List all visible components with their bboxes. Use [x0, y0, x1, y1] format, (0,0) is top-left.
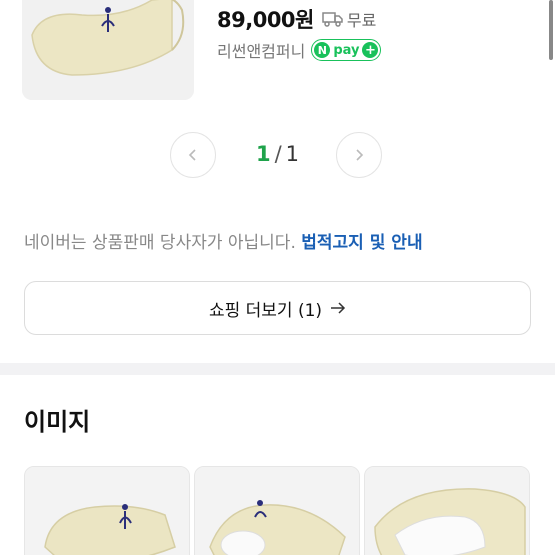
image-thumbnail-2[interactable] — [194, 466, 360, 555]
legal-notice-link[interactable]: 법적고지 및 안내 — [301, 233, 422, 253]
more-shopping-label: 쇼핑 더보기 (1) — [208, 300, 323, 321]
ballet-shoe-heel-image — [365, 467, 529, 555]
seller-name[interactable]: 리썬앤컴퍼니 — [217, 38, 305, 62]
chevron-right-icon — [356, 149, 364, 161]
ballet-shoe-image — [22, 0, 194, 100]
images-section-title: 이미지 — [24, 408, 91, 436]
scrollbar[interactable] — [549, 0, 553, 60]
pager: 1/1 — [0, 132, 555, 178]
pager-next-button[interactable] — [336, 132, 382, 178]
seller-row: 리썬앤컴퍼니 N pay + — [217, 38, 382, 62]
ballet-shoe-sole-image — [195, 467, 359, 555]
pager-separator: / — [274, 142, 282, 166]
legal-notice-text: 네이버는 상품판매 당사자가 아닙니다. — [24, 233, 296, 253]
image-thumbnail-1[interactable] — [24, 466, 190, 555]
price-row: 89,000원 무료 — [217, 4, 376, 34]
npay-n-icon: N — [314, 42, 331, 58]
product-price: 89,000원 — [217, 8, 314, 32]
product-thumbnail[interactable] — [22, 0, 194, 100]
npay-badge: N pay + — [311, 39, 382, 61]
arrow-right-icon — [331, 302, 346, 314]
pager-current: 1 — [255, 142, 271, 166]
more-shopping-button[interactable]: 쇼핑 더보기 (1) — [24, 281, 531, 335]
shipping-label: 무료 — [346, 11, 377, 30]
pager-total: 1 — [285, 142, 300, 166]
shipping-info: 무료 — [322, 7, 376, 31]
delivery-truck-icon — [322, 12, 343, 27]
legal-notice: 네이버는 상품판매 당사자가 아닙니다. 법적고지 및 안내 — [24, 228, 423, 253]
npay-plus-icon: + — [362, 42, 379, 58]
pager-count: 1/1 — [0, 142, 555, 166]
section-divider — [0, 363, 555, 375]
image-thumbnail-3[interactable] — [364, 466, 530, 555]
ballet-shoe-side-image — [25, 467, 189, 555]
npay-label: pay — [333, 42, 360, 58]
